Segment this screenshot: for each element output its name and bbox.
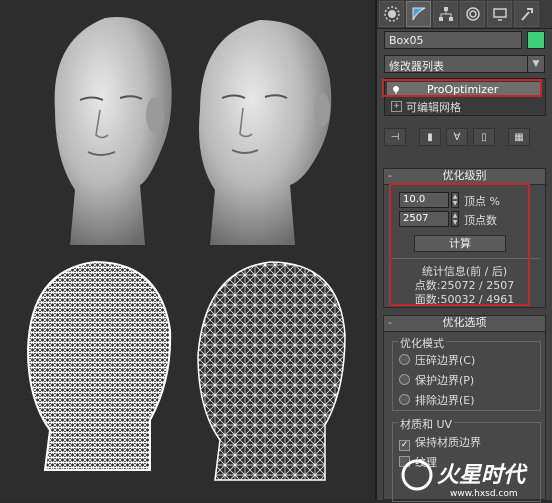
radio-icon[interactable]: [399, 394, 410, 405]
shaded-head-low: [199, 20, 332, 245]
radio-icon[interactable]: [399, 374, 410, 385]
checkbox-label: 保持材质边界: [415, 436, 481, 449]
radio-exclude-borders[interactable]: 排除边界(E): [399, 392, 475, 408]
display-tab-icon[interactable]: [487, 1, 512, 27]
watermark-graphic: 火星时代 www.hxsd.com: [401, 459, 528, 499]
shaded-head-high: [54, 17, 172, 245]
radio-icon[interactable]: [399, 354, 410, 365]
viewport-render: [26, 17, 346, 481]
wireframe-head-low: [197, 261, 346, 481]
show-end-result-icon[interactable]: ▮: [419, 128, 441, 146]
utilities-tab-icon[interactable]: [514, 1, 539, 27]
modifier-list-dropdown[interactable]: 修改器列表: [384, 55, 539, 73]
wireframe-head-high: [26, 260, 172, 471]
hierarchy-tab-icon[interactable]: [433, 1, 458, 27]
radio-label: 保护边界(P): [415, 374, 475, 387]
checkbox-icon[interactable]: ✓: [399, 440, 410, 451]
pin-stack-icon[interactable]: ⊣: [384, 128, 406, 146]
make-unique-icon[interactable]: ∀: [446, 128, 468, 146]
watermark-brand: 火星时代: [437, 463, 528, 488]
create-tab-icon[interactable]: [379, 1, 404, 27]
chevron-down-icon[interactable]: ▼: [527, 55, 545, 73]
radio-label: 压碎边界(C): [415, 354, 476, 367]
motion-tab-icon[interactable]: [460, 1, 485, 27]
rollout-header[interactable]: - 优化选项: [384, 316, 545, 332]
highlight-frame: [389, 183, 530, 306]
group-title: 优化模式: [398, 335, 446, 351]
configure-sets-icon[interactable]: ▦: [508, 128, 530, 146]
group-title: 材质和 UV: [398, 416, 455, 432]
remove-modifier-icon[interactable]: ▯: [473, 128, 495, 146]
object-name-field[interactable]: Box05: [384, 31, 522, 49]
watermark-logo: 火星时代 www.hxsd.com: [395, 455, 552, 500]
highlight-frame: [382, 79, 542, 97]
expand-icon[interactable]: +: [391, 101, 402, 112]
radio-crush-borders[interactable]: 压碎边界(C): [399, 352, 475, 368]
checkbox-keep-material-boundaries[interactable]: ✓ 保持材质边界: [399, 434, 481, 451]
rollout-title: 优化选项: [442, 316, 487, 329]
watermark-url: www.hxsd.com: [450, 489, 518, 499]
radio-label: 排除边界(E): [415, 394, 475, 407]
viewport[interactable]: [0, 0, 375, 500]
stack-item-editable-mesh[interactable]: + 可编辑网格: [387, 99, 541, 114]
command-panel: Box05 修改器列表 ▼ ProOptimizer + 可编辑网格 ⊣ ▮ ∀…: [375, 0, 552, 502]
modify-tab-icon[interactable]: [406, 1, 431, 27]
command-panel-tabs: [377, 0, 552, 29]
stack-toolbar: ⊣ ▮ ∀ ▯ ▦: [384, 126, 546, 148]
stack-item-label: 可编辑网格: [406, 100, 461, 114]
mode-group: 优化模式 压碎边界(C) 保护边界(P) 排除边界(E): [392, 335, 541, 411]
object-color-swatch[interactable]: [527, 31, 545, 49]
radio-protect-borders[interactable]: 保护边界(P): [399, 372, 474, 388]
rollout-title: 优化级别: [442, 169, 487, 182]
